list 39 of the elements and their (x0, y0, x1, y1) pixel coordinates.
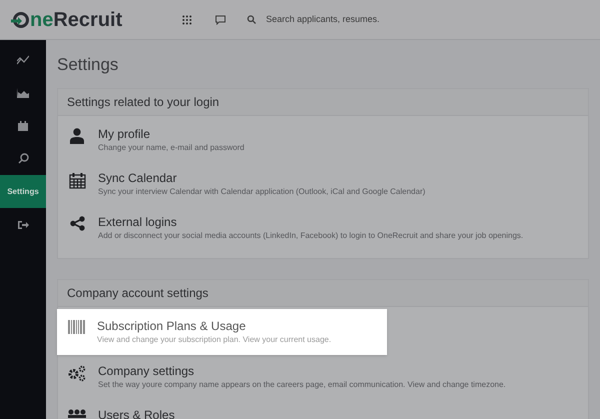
option-row[interactable]: Company settings Set the way youre company name appears on the careers page, email communication. View and change timezone. (58, 354, 588, 398)
card-heading: Company account settings (67, 284, 208, 302)
option-row[interactable]: External logins Add or disconnect your social media accounts (LinkedIn, Facebook) to login to OneRecruit and share your job openings. (58, 206, 588, 250)
logo-text: ne (30, 10, 54, 30)
logo-icon (10, 10, 30, 28)
option-row[interactable]: My profile Change your name, e-mail and password (58, 118, 588, 162)
option-row[interactable]: Subscription Plans & Usage View and change your subscription plan. View your current usage. (57, 308, 387, 354)
search-icon (18, 153, 28, 164)
logout-icon (18, 220, 28, 230)
users-icon (67, 408, 87, 418)
gears-icon (67, 364, 87, 382)
calendar-icon (18, 120, 28, 130)
option-row[interactable]: Users & Roles (58, 398, 588, 419)
line-chart-icon (17, 54, 29, 64)
item-title: Company settings (98, 362, 196, 378)
barcode-icon (68, 320, 84, 334)
item-title: Sync Calendar (98, 170, 178, 186)
sidebar-item[interactable]: Settings (0, 175, 46, 208)
item-title: My profile (98, 126, 152, 142)
chat-bubble-icon[interactable] (215, 14, 226, 24)
item-description: View and change your subscription plan. View your current usage. (97, 334, 332, 346)
share-icon (70, 216, 84, 230)
item-description: Sync your interview Calendar with Calendar application (Outlook, iCal and Google Calendar) (98, 186, 426, 198)
area-chart-icon (17, 88, 29, 98)
card-heading: Settings related to your login (67, 94, 220, 110)
item-title: External logins (98, 214, 178, 230)
calendar-icon (68, 172, 86, 188)
item-description: Change your name, e-mail and password (98, 142, 244, 154)
search-field[interactable]: Search applicants, resumes. (266, 12, 466, 26)
page-title: Settings (57, 54, 120, 76)
item-title: Users & Roles (98, 406, 175, 419)
apps-grid-icon[interactable] (182, 14, 192, 24)
item-title: Subscription Plans & Usage (97, 318, 247, 334)
logo-text: Recruit (53, 10, 122, 30)
item-description: Add or disconnect your social media accounts (LinkedIn, Facebook) to login to OneRecruit and share your job openings. (98, 230, 524, 242)
user-icon (70, 128, 84, 144)
search-icon (247, 15, 256, 24)
item-description: Set the way youre company name appears on the careers page, email communication. View and change timezone. (98, 378, 506, 390)
option-row[interactable]: Sync Calendar Sync your interview Calendar with Calendar application (Outlook, iCal and Google Calendar) (58, 162, 588, 206)
